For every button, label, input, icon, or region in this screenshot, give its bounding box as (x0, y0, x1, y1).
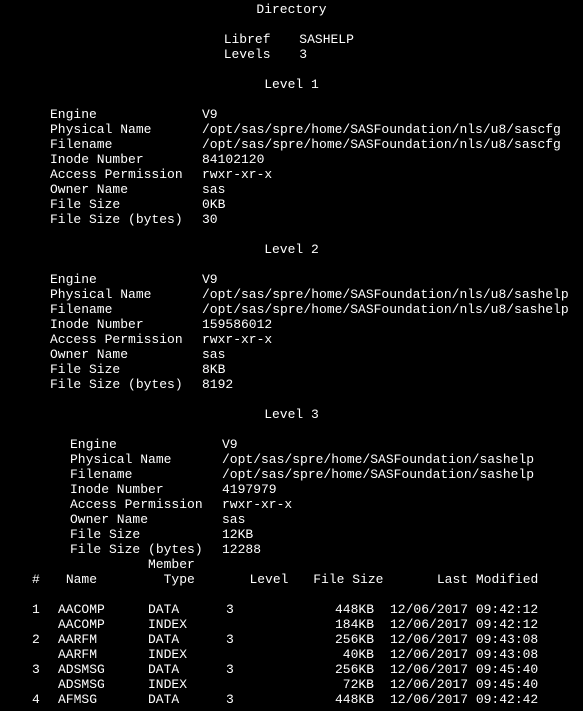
cell-modified: 12/06/2017 09:42:12 (390, 617, 538, 632)
level2-filesize-bytes: 8192 (202, 377, 233, 392)
cell-size: 448KB (282, 602, 374, 617)
cell-size: 40KB (282, 647, 374, 662)
level3-owner: sas (222, 512, 245, 527)
cell-size: 72KB (282, 677, 374, 692)
level3-heading: Level 3 (0, 407, 583, 422)
cell-type: DATA (148, 692, 226, 707)
level1-access: rwxr-xr-x (202, 167, 272, 182)
level1-filesize: 0KB (202, 197, 225, 212)
cell-type: INDEX (148, 617, 226, 632)
table-row: 2AARFMDATA3256KB 12/06/2017 09:43:08 (32, 632, 583, 647)
level2-owner: sas (202, 347, 225, 362)
cell-modified: 12/06/2017 09:45:40 (390, 677, 538, 692)
cell-name: ADSMSG (58, 677, 148, 692)
cell-modified: 12/06/2017 09:45:40 (390, 662, 538, 677)
level2-engine: V9 (202, 272, 218, 287)
cell-size: 256KB (282, 662, 374, 677)
level3-filename: /opt/sas/spre/home/SASFoundation/sashelp (222, 467, 534, 482)
cell-level: 3 (226, 602, 282, 617)
cell-level: 3 (226, 662, 282, 677)
table-row: AARFMINDEX 40KB 12/06/2017 09:43:08 (32, 647, 583, 662)
label-filesize-bytes: File Size (bytes) (50, 212, 202, 227)
cell-type: INDEX (148, 647, 226, 662)
table-row: 4AFMSGDATA3448KB 12/06/2017 09:42:42 (32, 692, 583, 707)
col-num: # (32, 572, 58, 587)
level3-access: rwxr-xr-x (222, 497, 292, 512)
level3-filesize-bytes: 12288 (222, 542, 261, 557)
level3-physical-name: /opt/sas/spre/home/SASFoundation/sashelp (222, 452, 534, 467)
title: Directory (0, 2, 583, 17)
cell-modified: 12/06/2017 09:43:08 (390, 632, 538, 647)
cell-level: 3 (226, 632, 282, 647)
table-row: 3ADSMSGDATA3256KB12/06/2017 09:45:40 (32, 662, 583, 677)
table-row: AACOMPINDEX 184KB 12/06/2017 09:42:12 (32, 617, 583, 632)
cell-size: 448KB (282, 692, 374, 707)
cell-modified: 12/06/2017 09:43:08 (390, 647, 538, 662)
level2-heading: Level 2 (0, 242, 583, 257)
cell-type: DATA (148, 662, 226, 677)
member-header: Member (148, 557, 195, 572)
level1-owner: sas (202, 182, 225, 197)
level1-engine: V9 (202, 107, 218, 122)
table-header-row: # Name Type Level File Size Last Modifie… (32, 572, 583, 587)
table-body: 1AACOMPDATA3448KB12/06/2017 09:42:12AACO… (0, 602, 583, 707)
cell-modified: 12/06/2017 09:42:12 (390, 602, 538, 617)
cell-name: ADSMSG (58, 662, 148, 677)
member-header-row: Member (32, 557, 583, 572)
levels-value: 3 (299, 47, 359, 62)
table-row: ADSMSGINDEX 72KB 12/06/2017 09:45:40 (32, 677, 583, 692)
cell-level: 3 (226, 692, 282, 707)
level2-access: rwxr-xr-x (202, 332, 272, 347)
label-access: Access Permission (50, 167, 202, 182)
cell-num: 1 (32, 602, 58, 617)
col-type: Type (164, 572, 242, 587)
sas-directory-listing: { "title": "Directory", "libref_label": … (0, 0, 583, 707)
level3-filesize: 12KB (222, 527, 253, 542)
label-physical-name: Physical Name (50, 122, 202, 137)
level1-filesize-bytes: 30 (202, 212, 218, 227)
levels-row: Levels 3 (0, 47, 583, 62)
level3-engine: V9 (222, 437, 238, 452)
cell-name: AACOMP (58, 617, 148, 632)
table-row: 1AACOMPDATA3448KB 12/06/2017 09:42:12 (32, 602, 583, 617)
cell-name: AACOMP (58, 602, 148, 617)
cell-type: DATA (148, 602, 226, 617)
libref-row: Libref SASHELP (0, 32, 583, 47)
levels-label: Levels (224, 47, 284, 62)
label-engine: Engine (50, 107, 202, 122)
cell-type: INDEX (148, 677, 226, 692)
libref-label: Libref (224, 32, 284, 47)
cell-num: 3 (32, 662, 58, 677)
label-filesize: File Size (50, 197, 202, 212)
col-filesize: File Size (313, 572, 405, 587)
col-name: Name (66, 572, 156, 587)
level1-heading: Level 1 (0, 77, 583, 92)
cell-type: DATA (148, 632, 226, 647)
cell-name: AARFM (58, 632, 148, 647)
col-modified: Last Modified (437, 572, 538, 587)
cell-size: 184KB (282, 617, 374, 632)
cell-num: 4 (32, 692, 58, 707)
level1-inode: 84102120 (202, 152, 264, 167)
level2-physical-name: /opt/sas/spre/home/SASFoundation/nls/u8/… (202, 287, 569, 302)
level2-filesize: 8KB (202, 362, 225, 377)
cell-name: AARFM (58, 647, 148, 662)
level2-filename: /opt/sas/spre/home/SASFoundation/nls/u8/… (202, 302, 569, 317)
cell-name: AFMSG (58, 692, 148, 707)
cell-num: 2 (32, 632, 58, 647)
label-owner: Owner Name (50, 182, 202, 197)
col-level: Level (249, 572, 305, 587)
level2-inode: 159586012 (202, 317, 272, 332)
level3-inode: 4197979 (222, 482, 277, 497)
label-inode: Inode Number (50, 152, 202, 167)
level1-filename: /opt/sas/spre/home/SASFoundation/nls/u8/… (202, 137, 561, 152)
cell-modified: 12/06/2017 09:42:42 (390, 692, 538, 707)
libref-value: SASHELP (299, 32, 359, 47)
level1-physical-name: /opt/sas/spre/home/SASFoundation/nls/u8/… (202, 122, 561, 137)
cell-size: 256KB (282, 632, 374, 647)
label-filename: Filename (50, 137, 202, 152)
